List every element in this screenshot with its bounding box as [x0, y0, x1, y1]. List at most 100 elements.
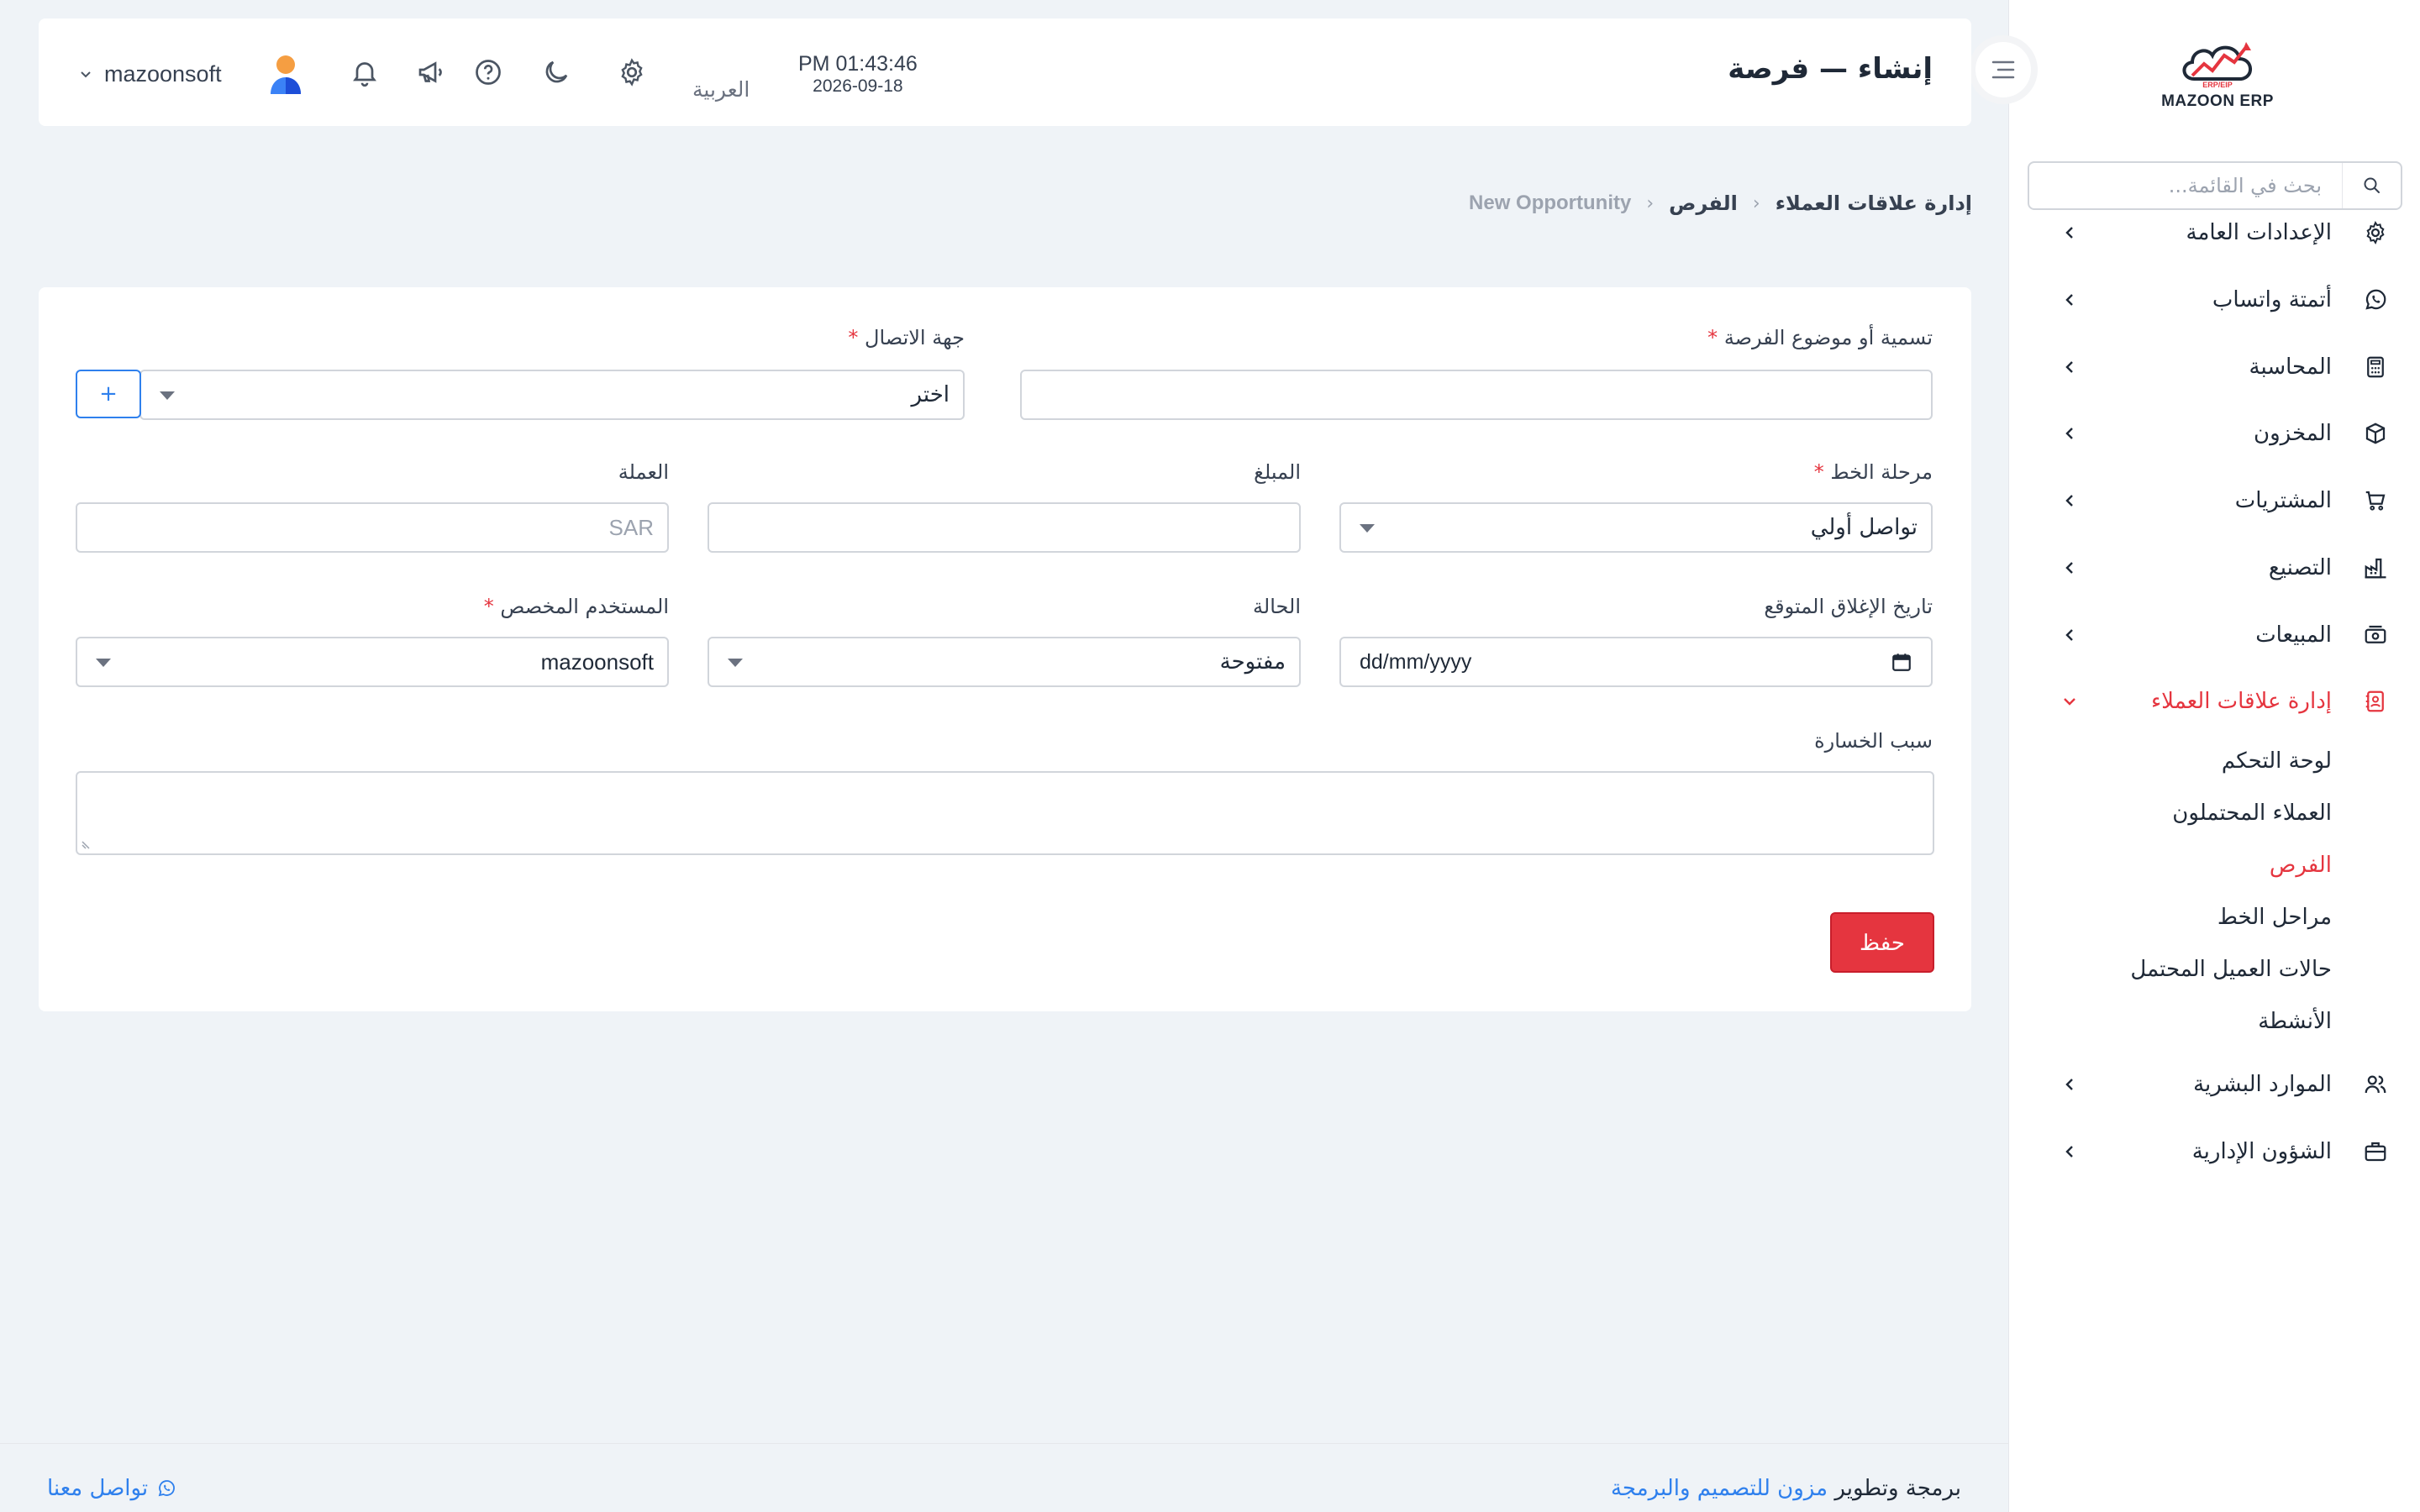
brand-name: MAZOON ERP — [2161, 92, 2274, 110]
menu-toggle-icon — [1991, 60, 2015, 79]
chevron-left-icon — [2060, 491, 2080, 511]
sidebar-subitem-dashboard[interactable]: لوحة التحكم — [2222, 748, 2332, 774]
opportunity-name-input[interactable] — [1020, 370, 1933, 420]
chevron-left-icon: ‹ — [1752, 192, 1760, 214]
required-mark: * — [1813, 460, 1824, 484]
amount-input[interactable] — [708, 502, 1301, 553]
factory-icon — [2362, 554, 2389, 581]
help-button[interactable] — [471, 55, 505, 89]
sidebar-item-label: الموارد البشرية — [2193, 1072, 2332, 1097]
chevron-left-icon — [2060, 423, 2080, 444]
avatar — [270, 55, 301, 94]
chevron-left-icon: ‹ — [1646, 192, 1655, 214]
contact-select[interactable]: اختر — [139, 370, 965, 420]
sidebar-item-inventory[interactable]: المخزون — [2009, 408, 2420, 459]
sidebar-subitem-opportunities[interactable]: الفرص — [2270, 853, 2332, 878]
pipeline-stage-label: مرحلة الخط * — [1814, 460, 1933, 484]
user-menu[interactable]: mazoonsoft — [79, 54, 306, 94]
sidebar-subitem-lead-statuses[interactable]: حالات العميل المحتمل — [2130, 957, 2332, 982]
required-mark: * — [848, 326, 859, 349]
sidebar-item-manufacturing[interactable]: التصنيع — [2009, 543, 2420, 593]
announcements-button[interactable] — [413, 55, 447, 89]
status-select[interactable]: مفتوحة — [708, 637, 1301, 687]
assigned-user-label-text: المستخدم المخصص — [500, 595, 669, 618]
sidebar-item-admin-affairs[interactable]: الشؤون الإدارية — [2009, 1126, 2420, 1177]
sidebar: ERP/EIP MAZOON ERP الإعدادات العامة أتمت — [1969, 0, 2420, 1512]
dropdown-caret-icon — [728, 659, 743, 667]
contact-label-text: جهة الاتصال — [865, 326, 965, 349]
contacts-book-icon — [2362, 688, 2389, 715]
pipeline-stage-label-text: مرحلة الخط — [1830, 460, 1933, 484]
pipeline-stage-select[interactable]: تواصل أولي — [1339, 502, 1933, 553]
language-switcher[interactable]: العربية — [692, 77, 750, 102]
opportunity-form: تسمية أو موضوع الفرصة * جهة الاتصال * اخ… — [39, 287, 1971, 1011]
save-button[interactable]: حفظ — [1830, 912, 1934, 973]
sidebar-item-accounting[interactable]: المحاسبة — [2009, 342, 2420, 392]
chevron-left-icon — [2060, 357, 2080, 377]
bell-icon — [353, 62, 376, 87]
whatsapp-icon — [2362, 286, 2389, 313]
menu-search-box[interactable] — [2028, 161, 2402, 210]
close-date-value: dd/mm/yyyy — [1360, 649, 1472, 674]
calendar-icon — [1892, 654, 1911, 671]
required-mark: * — [1707, 326, 1718, 349]
chevron-left-icon — [2060, 223, 2080, 243]
cart-icon — [2362, 487, 2389, 514]
menu-search-input[interactable] — [2029, 163, 2342, 208]
sidebar-toggle-button[interactable] — [1969, 35, 2038, 104]
search-button[interactable] — [2342, 163, 2401, 208]
sidebar-item-label: الشؤون الإدارية — [2191, 1139, 2332, 1164]
sidebar-item-general-settings[interactable]: الإعدادات العامة — [2009, 207, 2420, 258]
currency-input[interactable]: SAR — [76, 502, 669, 553]
page-title: إنشاء — فرصة — [1728, 52, 1933, 86]
sidebar-item-purchases[interactable]: المشتريات — [2009, 475, 2420, 526]
clock-date: 2026-09-18 — [813, 76, 903, 96]
settings-button[interactable] — [615, 55, 649, 89]
dropdown-caret-icon — [96, 659, 111, 667]
gear-icon — [621, 58, 643, 87]
pipeline-stage-value: تواصل أولي — [1810, 515, 1918, 540]
opportunity-name-label-text: تسمية أو موضوع الفرصة — [1723, 326, 1933, 349]
resize-grip-icon[interactable] — [81, 837, 94, 850]
moon-icon — [545, 60, 568, 83]
dark-mode-toggle[interactable] — [539, 55, 573, 89]
chevron-left-icon — [2060, 558, 2080, 578]
footer-company-link[interactable]: مزون للتصميم والبرمجة — [1611, 1476, 1828, 1501]
status-label: الحالة — [1253, 595, 1301, 618]
sidebar-item-label: الإعدادات العامة — [2186, 220, 2332, 245]
breadcrumb-crm[interactable]: إدارة علاقات العملاء — [1776, 192, 1972, 215]
loss-reason-label: سبب الخسارة — [1814, 729, 1933, 753]
contact-us-link[interactable]: تواصل معنا — [47, 1476, 176, 1501]
add-contact-button[interactable]: + — [76, 370, 141, 418]
currency-value: SAR — [608, 514, 654, 540]
sidebar-subitem-activities[interactable]: الأنشطة — [2258, 1009, 2332, 1034]
assigned-user-select[interactable]: mazoonsoft — [76, 637, 669, 687]
gear-icon — [2362, 219, 2389, 246]
close-date-input[interactable]: dd/mm/yyyy — [1339, 637, 1933, 687]
contact-label: جهة الاتصال * — [848, 326, 965, 349]
sidebar-subitem-pipeline-stages[interactable]: مراحل الخط — [2217, 905, 2332, 930]
amount-label: المبلغ — [1254, 460, 1301, 484]
footer-credit: برمجة وتطوير مزون للتصميم والبرمجة — [1611, 1476, 1961, 1501]
breadcrumb-opportunities[interactable]: الفرص — [1669, 192, 1738, 215]
sidebar-item-label: إدارة علاقات العملاء — [2150, 689, 2332, 714]
logo-cloud-icon: ERP/EIP — [2182, 42, 2252, 89]
notifications-button[interactable] — [348, 55, 381, 89]
chevron-left-icon — [2060, 1074, 2080, 1095]
sidebar-item-whatsapp[interactable]: أتمتة واتساب — [2009, 275, 2420, 325]
sidebar-item-label: التصنيع — [2268, 555, 2332, 580]
chevron-left-icon — [2060, 625, 2080, 645]
users-icon — [2362, 1071, 2389, 1098]
top-bar: إنشاء — فرصة PM 01:43:46 2026-09-18 العر… — [39, 18, 1971, 126]
sidebar-item-label: المشتريات — [2234, 488, 2332, 513]
contact-us-label: تواصل معنا — [47, 1476, 149, 1501]
breadcrumb-current: New Opportunity — [1469, 192, 1632, 214]
loss-reason-textarea[interactable] — [76, 771, 1934, 855]
sidebar-subitem-leads[interactable]: العملاء المحتملون — [2172, 801, 2332, 826]
sidebar-item-sales[interactable]: المبيعات — [2009, 610, 2420, 660]
footer: برمجة وتطوير مزون للتصميم والبرمجة تواصل… — [0, 1443, 2008, 1512]
sidebar-item-hr[interactable]: الموارد البشرية — [2009, 1059, 2420, 1110]
brand-logo[interactable]: ERP/EIP MAZOON ERP — [2159, 37, 2276, 113]
sidebar-item-crm[interactable]: إدارة علاقات العملاء — [2009, 676, 2420, 727]
chevron-down-icon — [81, 71, 91, 78]
